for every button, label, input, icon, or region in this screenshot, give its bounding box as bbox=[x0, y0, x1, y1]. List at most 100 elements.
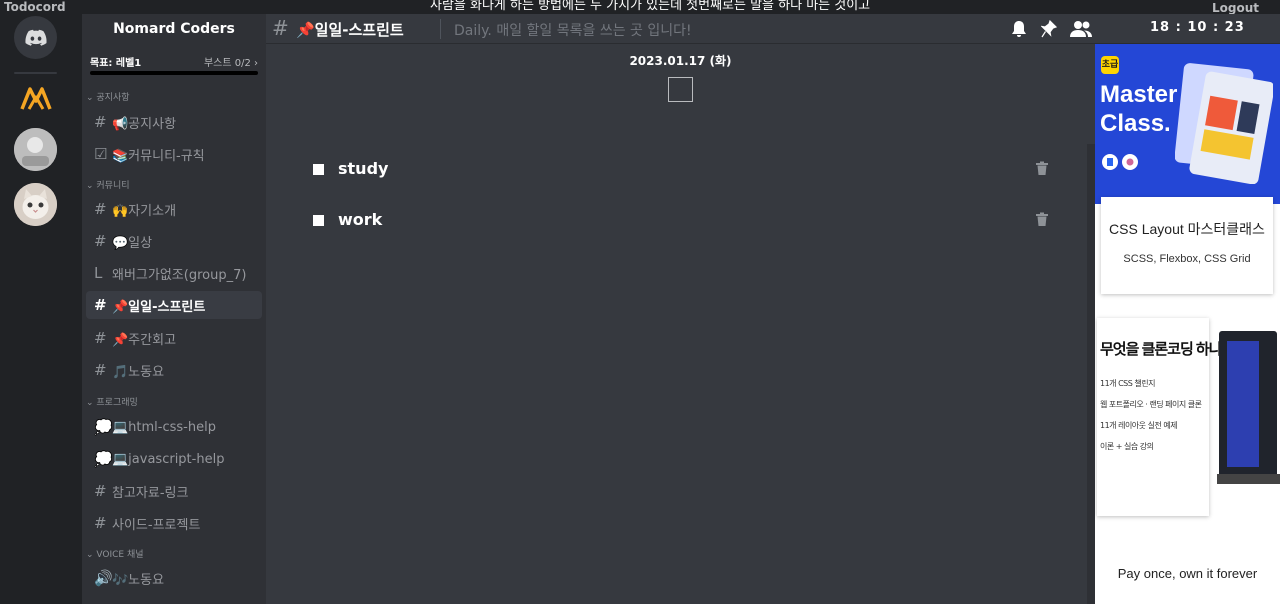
hash-icon: # bbox=[94, 329, 107, 347]
ad-question: 무엇을 클론코딩 하나요? bbox=[1100, 341, 1244, 358]
channel-sprint[interactable]: # 📌일일-스프린트 bbox=[86, 291, 262, 319]
channel-side-project[interactable]: # 사이드-프로젝트 bbox=[86, 509, 262, 537]
ad-card-subtitle: SCSS, Flexbox, CSS Grid bbox=[1123, 253, 1251, 265]
channel-label: 💬일상 bbox=[112, 235, 153, 251]
hash-icon: # bbox=[272, 16, 289, 40]
channel-rules[interactable]: ☑ 📚커뮤니티-규칙 bbox=[86, 140, 262, 168]
phone-screen bbox=[1227, 341, 1259, 467]
add-todo-button[interactable] bbox=[668, 77, 693, 102]
todo-checkbox[interactable] bbox=[313, 164, 324, 175]
todo-checkbox[interactable] bbox=[313, 215, 324, 226]
boost-status: 부스트 0/2 › bbox=[204, 54, 258, 69]
bell-icon[interactable] bbox=[1008, 19, 1030, 39]
pin-icon[interactable] bbox=[1038, 19, 1060, 39]
category-voice[interactable]: ⌄ VOICE 채널 bbox=[86, 547, 144, 560]
discord-icon bbox=[24, 29, 47, 46]
ad-line: 11개 CSS 챌린지 bbox=[1100, 379, 1155, 388]
channel-intro[interactable]: # 🙌자기소개 bbox=[86, 195, 262, 223]
boost-label: 부스트 0/2 bbox=[203, 58, 251, 69]
ad-badge: 초급 bbox=[1101, 56, 1119, 74]
ad-line: 11개 레이아웃 실전 예제 bbox=[1100, 421, 1178, 430]
channel-label: 사이드-프로젝트 bbox=[112, 517, 201, 533]
channel-music[interactable]: # 🎵노동요 bbox=[86, 356, 262, 384]
category-programming[interactable]: ⌄ 프로그래밍 bbox=[86, 395, 138, 408]
channel-label: 📌주간회고 bbox=[112, 332, 177, 348]
channel-label: 참고자료-링크 bbox=[112, 485, 189, 501]
category-notice[interactable]: ⌄ 공지사항 bbox=[86, 90, 130, 103]
server-separator bbox=[14, 72, 57, 74]
channel-topic: Daily. 매일 할일 목록을 쓰는 곳 입니다! bbox=[454, 23, 692, 39]
ad-headline: Master Class. bbox=[1100, 81, 1178, 137]
ad-card-title: CSS Layout 마스터클래스 bbox=[1109, 221, 1265, 237]
channel-label: 💻html-css-help bbox=[112, 419, 216, 435]
cat-avatar-icon bbox=[14, 183, 57, 226]
forum-icon: 💭 bbox=[94, 418, 113, 436]
app-title: Todocord bbox=[4, 0, 66, 14]
hash-icon: # bbox=[94, 200, 107, 218]
title-bar: Todocord 사람을 화나게 하는 방법에는 두 가지가 있는데 첫번째로는… bbox=[0, 0, 1280, 15]
channel-title: 📌일일-스프린트 bbox=[296, 21, 404, 39]
channel-html-css[interactable]: 💭 💻html-css-help bbox=[86, 413, 262, 441]
ad-line: 이론 + 실습 강의 bbox=[1100, 442, 1154, 451]
channel-label: 🎵노동요 bbox=[112, 364, 165, 380]
hash-icon: # bbox=[94, 482, 107, 500]
todo-text: work bbox=[338, 210, 383, 229]
channel-label: 📌일일-스프린트 bbox=[112, 299, 206, 315]
channel-label: 💻javascript-help bbox=[112, 451, 225, 467]
scrollbar-track[interactable] bbox=[1087, 144, 1095, 604]
hash-icon: # bbox=[94, 232, 107, 250]
current-date: 2023.01.17 (화) bbox=[629, 54, 732, 68]
ad-info-panel: 무엇을 클론코딩 하나요? 11개 CSS 챌린지 웹 포트폴리오 · 랜딩 페… bbox=[1097, 318, 1244, 516]
category-community[interactable]: ⌄ 커뮤니티 bbox=[86, 178, 130, 191]
ad-banner[interactable]: 초급 Master Class. CSS Layout 마스터클래스 SCSS,… bbox=[1095, 44, 1280, 604]
forum-icon: 💭 bbox=[94, 450, 113, 468]
channel-reference[interactable]: # 참고자료-링크 bbox=[86, 477, 262, 505]
device-base bbox=[1217, 474, 1280, 484]
clock: 18 : 10 : 23 bbox=[1150, 20, 1245, 35]
channel-daily[interactable]: # 💬일상 bbox=[86, 227, 262, 255]
channel-notice[interactable]: # 📢공지사항 bbox=[86, 108, 262, 136]
channel-label: 🎶노동요 bbox=[112, 572, 165, 588]
todo-item: study bbox=[313, 158, 1053, 182]
speaker-icon: 🔊 bbox=[94, 569, 113, 587]
channel-sidebar: Nomard Coders 목표: 레벨1 부스트 0/2 › ⌄ 공지사항 #… bbox=[82, 14, 266, 604]
todo-text: study bbox=[338, 159, 389, 178]
ad-line: 웹 포트폴리오 · 랜딩 페이지 클론 bbox=[1100, 400, 1202, 409]
ad-card: CSS Layout 마스터클래스 SCSS, Flexbox, CSS Gri… bbox=[1101, 197, 1273, 294]
discord-home-button[interactable] bbox=[14, 16, 57, 59]
phone-illustration-icon bbox=[1219, 331, 1277, 483]
server-goal[interactable]: 목표: 레벨1 부스트 0/2 › bbox=[90, 52, 258, 80]
channel-weekly[interactable]: # 📌주간회고 bbox=[86, 324, 262, 352]
server-avatar-2[interactable] bbox=[14, 183, 57, 226]
server-rail bbox=[0, 14, 72, 604]
quote-banner: 사람을 화나게 하는 방법에는 두 가지가 있는데 첫번째로는 말을 하다 마는… bbox=[430, 0, 871, 13]
goal-label: 목표: 레벨1 bbox=[90, 58, 142, 69]
thread-group7[interactable]: L 왜버그가없조(group_7) bbox=[86, 259, 262, 287]
chevron-right-icon: › bbox=[254, 58, 258, 69]
todo-item: work bbox=[313, 209, 1053, 233]
channel-label: 📚커뮤니티-규칙 bbox=[112, 148, 205, 164]
server-name-header[interactable]: Nomard Coders bbox=[82, 14, 266, 44]
hash-icon: # bbox=[94, 296, 107, 314]
hash-icon: # bbox=[94, 113, 107, 131]
channel-javascript[interactable]: 💭 💻javascript-help bbox=[86, 445, 262, 473]
trash-icon[interactable] bbox=[1035, 212, 1051, 228]
nomad-logo-icon bbox=[19, 86, 52, 110]
hash-icon: # bbox=[94, 514, 107, 532]
header-divider bbox=[440, 19, 441, 39]
ad-hero: 초급 Master Class. bbox=[1095, 44, 1280, 204]
voice-channel-music[interactable]: 🔊 🎶노동요 bbox=[86, 564, 262, 592]
goal-progress-bar bbox=[90, 71, 258, 75]
server-nomad[interactable] bbox=[14, 76, 57, 119]
checkbox-channel-icon: ☑ bbox=[94, 145, 108, 163]
avatar-icon bbox=[14, 128, 57, 171]
server-avatar-1[interactable] bbox=[14, 128, 57, 171]
channel-label: 🙌자기소개 bbox=[112, 203, 177, 219]
channel-label: 📢공지사항 bbox=[112, 116, 177, 132]
browser-illustration-icon bbox=[1175, 63, 1273, 184]
thread-branch-icon: L bbox=[94, 264, 103, 282]
channel-header: # 📌일일-스프린트 Daily. 매일 할일 목록을 쓰는 곳 입니다! 18… bbox=[266, 14, 1280, 44]
tech-logos-icon bbox=[1102, 154, 1138, 170]
members-icon[interactable] bbox=[1068, 19, 1094, 39]
trash-icon[interactable] bbox=[1035, 161, 1051, 177]
